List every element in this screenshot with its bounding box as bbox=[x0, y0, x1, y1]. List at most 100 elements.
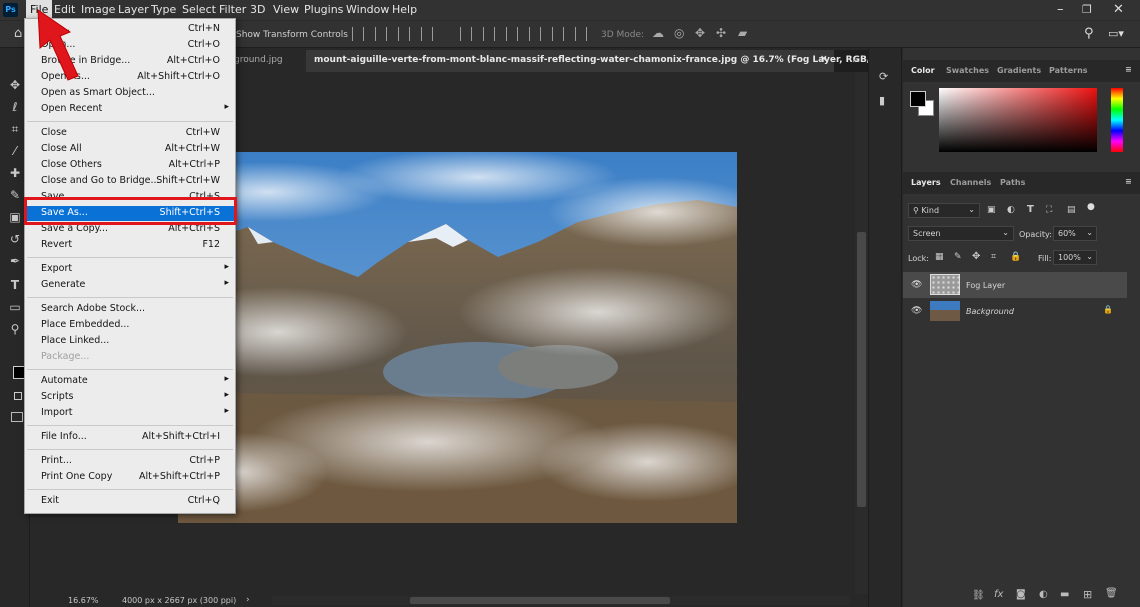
menu-item-generate[interactable]: Generate ▸ bbox=[25, 278, 235, 293]
opacity-input[interactable]: 60% ⌄ bbox=[1053, 226, 1097, 241]
crop-tool-icon[interactable]: ⌗ bbox=[8, 122, 22, 136]
move-tool-icon[interactable]: ✥ bbox=[8, 78, 22, 92]
default-colors-icon[interactable] bbox=[14, 392, 22, 400]
menu-item-file-info[interactable]: File Info... Alt+Shift+Ctrl+I bbox=[25, 430, 235, 445]
show-transform-controls[interactable]: Show Transform Controls bbox=[236, 30, 348, 40]
scale-3d-icon[interactable]: ▰ bbox=[738, 26, 747, 40]
fill-chevron-icon[interactable]: ⌄ bbox=[1086, 252, 1093, 261]
lock-transparent-icon[interactable]: ▦ bbox=[935, 252, 944, 262]
align-right-icon[interactable] bbox=[398, 27, 410, 41]
tab-layers[interactable]: Layers bbox=[911, 178, 941, 187]
lock-all-icon[interactable]: 🔒 bbox=[1010, 252, 1021, 262]
menu-item-open-recent[interactable]: Open Recent ▸ bbox=[25, 102, 235, 117]
color-panel-menu-icon[interactable]: ≡ bbox=[1125, 65, 1132, 74]
lasso-tool-icon[interactable]: ℓ bbox=[8, 100, 22, 114]
menu-item-open-as-smart-object[interactable]: Open as Smart Object... bbox=[25, 86, 235, 101]
fill-input[interactable]: 100% ⌄ bbox=[1053, 250, 1097, 265]
layer-name-fog[interactable]: Fog Layer bbox=[966, 281, 1005, 290]
eyedropper-tool-icon[interactable]: ⁄ bbox=[8, 144, 22, 158]
menu-item-package[interactable]: Package... bbox=[25, 350, 235, 365]
filter-toggle-icon[interactable]: ● bbox=[1087, 202, 1095, 212]
menu-item-export[interactable]: Export ▸ bbox=[25, 262, 235, 277]
menu-item-close-others[interactable]: Close Others Alt+Ctrl+P bbox=[25, 158, 235, 173]
text-tool-icon[interactable]: T bbox=[8, 278, 22, 292]
orbit-3d-icon[interactable]: ☁ bbox=[652, 26, 664, 40]
document-image[interactable] bbox=[178, 152, 737, 523]
distribute-left-icon[interactable] bbox=[529, 27, 541, 41]
history-panel-icon[interactable]: ⟳ bbox=[879, 70, 888, 83]
menu-window[interactable]: Window bbox=[346, 3, 389, 16]
menu-item-place-linked[interactable]: Place Linked... bbox=[25, 334, 235, 349]
horizontal-scrollbar[interactable] bbox=[272, 596, 850, 605]
align-center-icon[interactable] bbox=[375, 27, 387, 41]
restore-icon[interactable]: ❐ bbox=[1082, 3, 1092, 16]
close-window-icon[interactable]: ✕ bbox=[1113, 2, 1124, 17]
minimize-icon[interactable]: – bbox=[1057, 2, 1064, 17]
link-icon[interactable]: ⛓ bbox=[972, 590, 985, 601]
layer-filter-select[interactable]: ⚲ Kind ⌄ bbox=[908, 203, 980, 218]
menu-item-import[interactable]: Import ▸ bbox=[25, 406, 235, 421]
tab-overflow-icon[interactable]: » bbox=[852, 53, 859, 66]
brush-tool-icon[interactable]: ✎ bbox=[8, 188, 22, 202]
menu-item-exit[interactable]: Exit Ctrl+Q bbox=[25, 494, 235, 509]
quick-mask-icon[interactable] bbox=[11, 412, 23, 422]
layer-row-fog[interactable]: 👁 Fog Layer bbox=[903, 272, 1127, 298]
tab-swatches[interactable]: Swatches bbox=[946, 66, 989, 75]
menu-layer[interactable]: Layer bbox=[118, 3, 149, 16]
trash-icon[interactable]: 🗑 bbox=[1105, 588, 1118, 599]
zoom-tool-icon[interactable]: ⚲ bbox=[8, 322, 22, 336]
menu-view[interactable]: View bbox=[273, 3, 299, 16]
lock-paint-icon[interactable]: ✎ bbox=[954, 252, 962, 262]
history-brush-icon[interactable]: ↺ bbox=[8, 232, 22, 246]
tab-paths[interactable]: Paths bbox=[1000, 178, 1025, 187]
layer-name-background[interactable]: Background bbox=[966, 307, 1014, 316]
menu-help[interactable]: Help bbox=[392, 3, 417, 16]
pan-3d-icon[interactable]: ✥ bbox=[695, 26, 705, 40]
home-icon[interactable]: ⌂ bbox=[14, 26, 22, 41]
status-menu-arrow-icon[interactable]: › bbox=[246, 595, 250, 605]
shape-tool-icon[interactable]: ▭ bbox=[8, 300, 22, 314]
mask-icon[interactable]: ◙ bbox=[1016, 589, 1026, 600]
menu-filter[interactable]: Filter bbox=[219, 3, 246, 16]
fx-icon[interactable]: fx bbox=[994, 589, 1003, 600]
menu-item-revert[interactable]: Revert F12 bbox=[25, 238, 235, 253]
blend-mode-select[interactable]: Screen ⌄ bbox=[908, 226, 1014, 241]
menu-item-print[interactable]: Print... Ctrl+P bbox=[25, 454, 235, 469]
menu-item-search-adobe-stock[interactable]: Search Adobe Stock... bbox=[25, 302, 235, 317]
visibility-eye-icon[interactable]: 👁 bbox=[911, 280, 922, 290]
distribute-bottom-icon[interactable] bbox=[506, 27, 518, 41]
menu-item-close[interactable]: Close Ctrl+W bbox=[25, 126, 235, 141]
healing-tool-icon[interactable]: ✚ bbox=[8, 166, 22, 180]
tab-color[interactable]: Color bbox=[911, 66, 935, 75]
comments-panel-icon[interactable]: ▮ bbox=[879, 94, 885, 107]
filter-pixel-icon[interactable]: ▣ bbox=[987, 205, 996, 215]
layers-panel-menu-icon[interactable]: ≡ bbox=[1125, 177, 1132, 186]
menu-plugins[interactable]: Plugins bbox=[304, 3, 343, 16]
slide-3d-icon[interactable]: ✣ bbox=[716, 26, 726, 40]
hue-slider[interactable] bbox=[1111, 88, 1123, 152]
align-left-icon[interactable] bbox=[352, 27, 364, 41]
menu-3d[interactable]: 3D bbox=[250, 3, 265, 16]
color-picker-field[interactable] bbox=[939, 88, 1097, 152]
stamp-tool-icon[interactable]: ▣ bbox=[8, 210, 22, 224]
tab-patterns[interactable]: Patterns bbox=[1049, 66, 1088, 75]
opacity-chevron-icon[interactable]: ⌄ bbox=[1086, 228, 1093, 237]
filter-smart-icon[interactable]: ▤ bbox=[1067, 205, 1076, 215]
layer-row-background[interactable]: 👁 Background 🔒 bbox=[903, 298, 1127, 324]
menu-type[interactable]: Type bbox=[151, 3, 176, 16]
filter-adjustment-icon[interactable]: ◐ bbox=[1007, 205, 1015, 215]
group-icon[interactable]: ▬ bbox=[1060, 589, 1069, 600]
workspace-icon[interactable]: ▭▾ bbox=[1108, 27, 1124, 40]
distribute-middle-icon[interactable] bbox=[483, 27, 495, 41]
lock-artboard-icon[interactable]: ⌗ bbox=[991, 252, 996, 262]
menu-item-automate[interactable]: Automate ▸ bbox=[25, 374, 235, 389]
new-layer-icon[interactable]: ⊞ bbox=[1083, 588, 1092, 601]
tab-mount-aiguille-close-icon[interactable]: × bbox=[820, 54, 828, 64]
menu-item-close-and-go-to-bridge[interactable]: Close and Go to Bridge... Shift+Ctrl+W bbox=[25, 174, 235, 189]
visibility-eye-icon[interactable]: 👁 bbox=[911, 306, 922, 316]
menu-select[interactable]: Select bbox=[182, 3, 216, 16]
lock-position-icon[interactable]: ✥ bbox=[972, 251, 980, 262]
adjustment-icon[interactable]: ◐ bbox=[1039, 589, 1048, 600]
tab-gradients[interactable]: Gradients bbox=[997, 66, 1041, 75]
menu-item-print-one-copy[interactable]: Print One Copy Alt+Shift+Ctrl+P bbox=[25, 470, 235, 485]
